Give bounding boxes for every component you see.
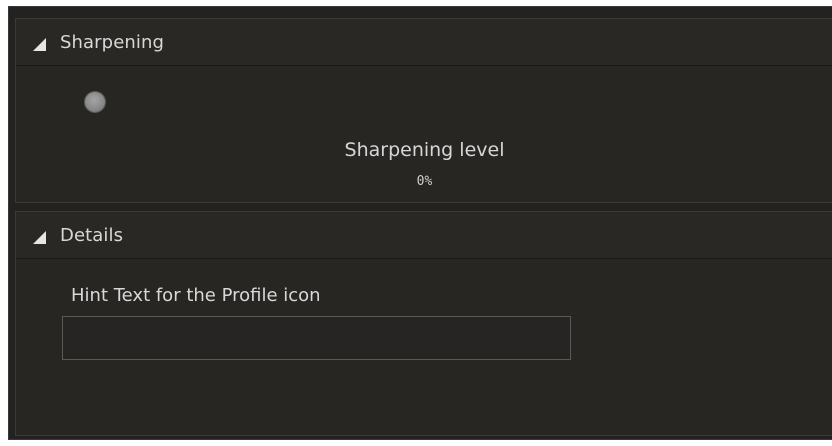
sharpening-level-value: 0% bbox=[416, 174, 433, 189]
details-header[interactable]: Details bbox=[16, 212, 832, 259]
details-title: Details bbox=[60, 224, 124, 246]
sharpening-title: Sharpening bbox=[60, 31, 165, 53]
hint-text-input[interactable] bbox=[62, 316, 571, 360]
collapse-triangle-icon[interactable] bbox=[33, 37, 46, 51]
sharpening-header[interactable]: Sharpening bbox=[16, 19, 832, 66]
details-panel: Details Hint Text for the Profile icon bbox=[15, 211, 832, 436]
sharpening-slider-thumb[interactable] bbox=[85, 92, 105, 112]
sharpening-level-label: Sharpening level bbox=[344, 139, 505, 161]
sharpening-panel: Sharpening Sharpening level 0% bbox=[15, 18, 832, 203]
hint-text-label: Hint Text for the Profile icon bbox=[71, 285, 321, 306]
collapse-triangle-icon[interactable] bbox=[33, 230, 46, 244]
